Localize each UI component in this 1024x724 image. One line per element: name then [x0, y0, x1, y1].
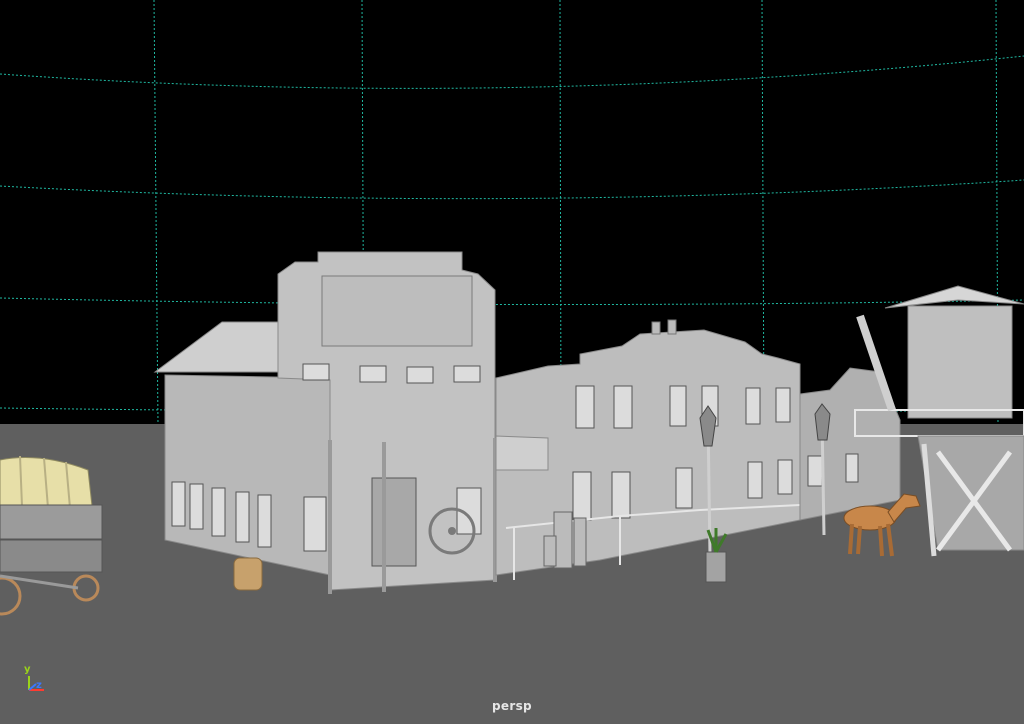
axis-y-label: y [24, 664, 31, 675]
axis-gizmo: y z [20, 660, 50, 700]
grid-vertical-line [559, 0, 562, 425]
barrel [233, 557, 263, 591]
grid-horizontal-line [0, 179, 1024, 200]
left-building [153, 251, 497, 594]
axis-z-label: z [36, 680, 42, 691]
grid-horizontal-line [0, 55, 1024, 89]
grid-vertical-line [153, 0, 159, 425]
camera-name-label: persp [492, 699, 532, 713]
grid-horizontal-line [0, 297, 1024, 306]
perspective-grid [0, 0, 1024, 425]
scene-render[interactable] [0, 0, 1024, 724]
maya-perspective-viewport[interactable]: y z persp [0, 0, 1024, 724]
